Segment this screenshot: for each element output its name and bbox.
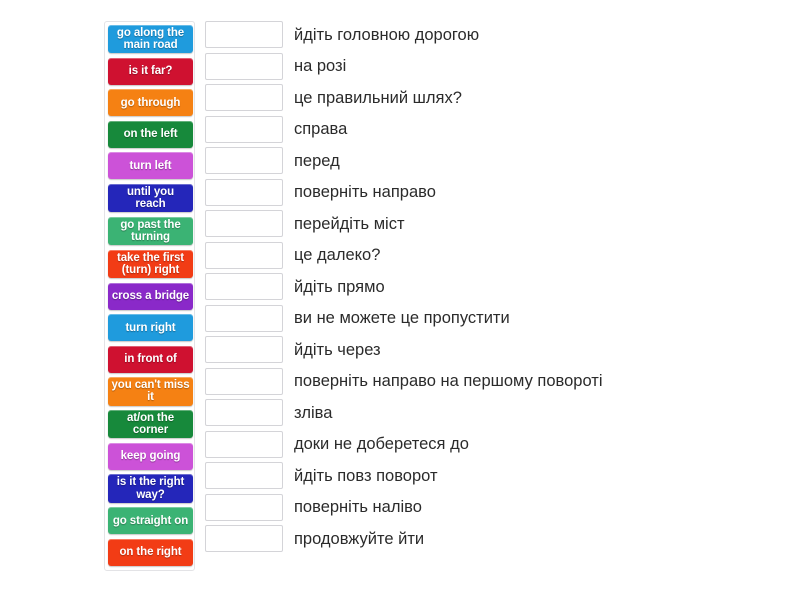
answer-row: це далеко? bbox=[205, 241, 785, 269]
tile-dropzone[interactable] bbox=[205, 178, 283, 206]
tile-dropzone[interactable] bbox=[205, 336, 283, 363]
answer-text: на розі bbox=[294, 57, 347, 75]
tile-dropzone[interactable] bbox=[205, 52, 283, 80]
word-tile-label: turn left bbox=[129, 159, 172, 172]
word-tile-label: on the right bbox=[119, 546, 182, 559]
word-tile-label: on the left bbox=[123, 128, 178, 141]
answer-text: це правильний шлях? bbox=[294, 88, 462, 107]
match-up-board: go along the main road is it far? go throu… bbox=[0, 0, 800, 600]
tile-dropzone[interactable] bbox=[205, 273, 283, 300]
word-tile[interactable]: is it the right way? bbox=[108, 474, 193, 503]
answer-text: це далеко? bbox=[294, 246, 381, 264]
answer-row: поверніть наліво bbox=[205, 493, 785, 521]
answer-row: йдіть через bbox=[205, 336, 785, 363]
answer-text: ви не можете це пропустити bbox=[294, 309, 510, 327]
answer-row: ви не можете це пропустити bbox=[205, 304, 785, 332]
word-tile[interactable]: go straight on bbox=[108, 507, 193, 535]
answer-text: продовжуйте йти bbox=[294, 529, 425, 548]
word-tile[interactable]: on the right bbox=[108, 538, 193, 566]
tile-dropzone[interactable] bbox=[205, 210, 283, 237]
answer-text: зліва bbox=[294, 403, 333, 422]
answer-text: поверніть наліво bbox=[294, 498, 422, 516]
tile-dropzone[interactable] bbox=[205, 399, 283, 426]
tile-dropzone[interactable] bbox=[205, 525, 283, 552]
answer-text: поверніть направо на першому повороті bbox=[294, 372, 603, 390]
answer-text: перейдіть міст bbox=[294, 214, 405, 233]
word-tile[interactable]: keep going bbox=[108, 442, 193, 470]
answer-text: йдіть головною дорогою bbox=[294, 25, 480, 44]
answer-row: йдіть повз поворот bbox=[205, 462, 785, 489]
word-tile[interactable]: go past the turning bbox=[108, 216, 193, 246]
tile-dropzone[interactable] bbox=[205, 241, 283, 269]
word-tile[interactable]: on the left bbox=[108, 120, 193, 148]
word-tile-label: you can't miss it bbox=[111, 379, 190, 404]
answer-text: йдіть повз поворот bbox=[294, 466, 438, 485]
answer-text: доки не доберетеся до bbox=[294, 435, 469, 453]
answer-row: поверніть направо bbox=[205, 178, 785, 206]
word-tile-label: cross a bridge bbox=[111, 290, 190, 303]
answer-row: справа bbox=[205, 115, 785, 143]
word-tile[interactable]: until you reach bbox=[108, 183, 193, 213]
word-tile-label: is it far? bbox=[128, 65, 173, 78]
word-tile[interactable]: go along the main road bbox=[108, 25, 193, 54]
answer-row: йдіть прямо bbox=[205, 273, 785, 300]
answer-row: це правильний шлях? bbox=[205, 84, 785, 111]
answer-row: доки не доберетеся до bbox=[205, 430, 785, 458]
tile-dropzone[interactable] bbox=[205, 115, 283, 143]
tile-dropzone[interactable] bbox=[205, 147, 283, 174]
tile-dropzone[interactable] bbox=[205, 367, 283, 395]
answer-text: йдіть через bbox=[294, 340, 381, 359]
tile-dropzone[interactable] bbox=[205, 493, 283, 521]
word-tile[interactable]: turn right bbox=[108, 314, 193, 342]
answer-text: поверніть направо bbox=[294, 183, 436, 201]
answer-row: перед bbox=[205, 147, 785, 174]
word-tile[interactable]: cross a bridge bbox=[108, 282, 193, 310]
word-tile-label: is it the right way? bbox=[116, 476, 185, 501]
tile-dropzone[interactable] bbox=[205, 462, 283, 489]
answer-text: справа bbox=[294, 120, 348, 138]
answers-column: йдіть головною дорогою на розі це правильн… bbox=[205, 21, 785, 552]
answer-row: на розі bbox=[205, 52, 785, 80]
answer-text: йдіть прямо bbox=[294, 277, 385, 296]
word-tile-label: in front of bbox=[124, 353, 177, 366]
word-tile[interactable]: is it far? bbox=[108, 57, 193, 85]
tile-dropzone[interactable] bbox=[205, 84, 283, 111]
word-tile-label: take the first (turn) right bbox=[117, 251, 184, 276]
word-tile[interactable]: take the first (turn) right bbox=[108, 249, 193, 279]
word-tile-label: go past the turning bbox=[120, 218, 181, 244]
tile-dropzone[interactable] bbox=[205, 304, 283, 332]
answer-row: зліва bbox=[205, 399, 785, 426]
word-tile[interactable]: go through bbox=[108, 89, 193, 117]
word-tile-label: at/on the corner bbox=[126, 412, 174, 437]
word-tile-label: go straight on bbox=[112, 514, 189, 527]
word-tile-label: keep going bbox=[120, 450, 181, 463]
word-tile[interactable]: in front of bbox=[108, 345, 193, 373]
word-tile[interactable]: you can't miss it bbox=[108, 377, 193, 406]
tile-dropzone[interactable] bbox=[205, 430, 283, 458]
word-tile-label: go along the main road bbox=[116, 27, 185, 52]
answer-row: поверніть направо на першому повороті bbox=[205, 367, 785, 395]
answer-row: продовжуйте йти bbox=[205, 525, 785, 552]
tile-dropzone[interactable] bbox=[205, 21, 283, 48]
answer-row: йдіть головною дорогою bbox=[205, 21, 785, 48]
word-tile[interactable]: at/on the corner bbox=[108, 410, 193, 439]
word-tile-label: turn right bbox=[125, 321, 176, 334]
answer-text: перед bbox=[294, 151, 340, 170]
answer-row: перейдіть міст bbox=[205, 210, 785, 237]
word-tile-label: go through bbox=[120, 96, 181, 109]
word-tiles-column: go along the main road is it far? go throu… bbox=[104, 21, 195, 571]
word-tile[interactable]: turn left bbox=[108, 152, 193, 180]
word-tile-label: until you reach bbox=[126, 185, 174, 211]
